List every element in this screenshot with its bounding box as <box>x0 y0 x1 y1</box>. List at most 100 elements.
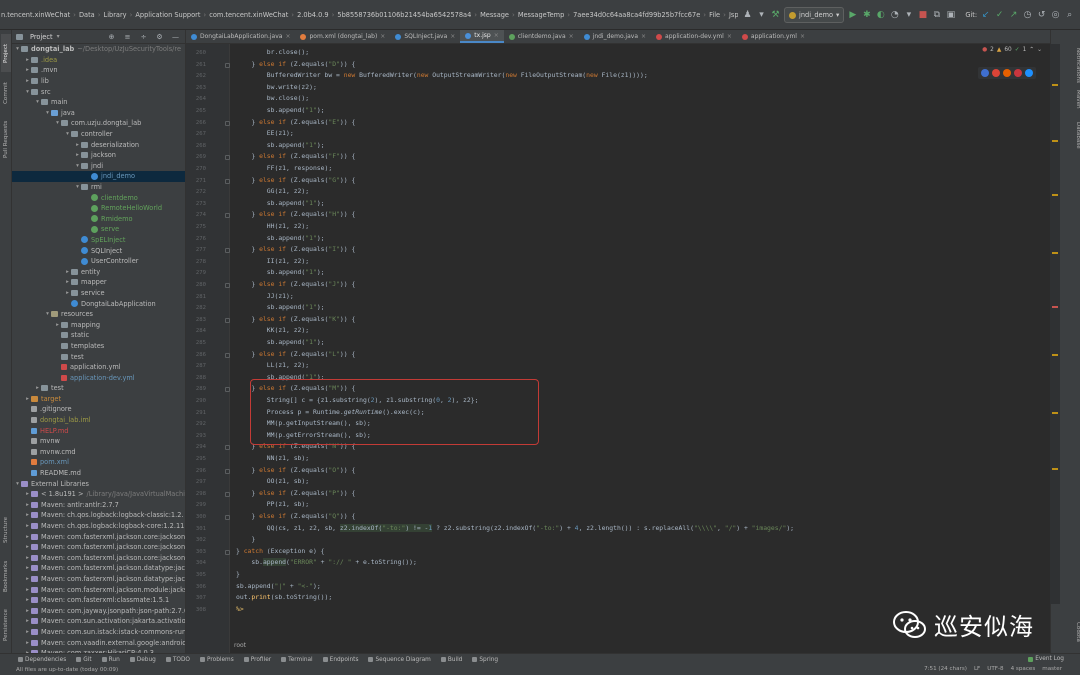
code-line[interactable]: sb.append("1"); <box>236 233 325 245</box>
code-line[interactable]: JJ(z1); <box>236 291 294 303</box>
code-line[interactable]: bw.write(z2); <box>236 82 317 94</box>
code-line[interactable]: } else if (Z.equals("J")) { <box>236 279 355 291</box>
code-line[interactable]: sb.append("1"); <box>236 105 325 117</box>
gear-icon[interactable]: ⚙ <box>154 32 165 43</box>
tree-item[interactable]: ▾ main <box>12 97 185 108</box>
breadcrumb-item[interactable]: 5b8558736b01106b21454ba6542578a4 <box>336 11 472 19</box>
editor-tab[interactable]: application.yml × <box>737 30 810 43</box>
tool-window-button[interactable]: Endpoints <box>322 657 358 663</box>
tree-item[interactable]: ▾ resources <box>12 309 185 320</box>
code-line[interactable]: bw.close(); <box>236 93 309 105</box>
code-line[interactable]: sb.append("1"); <box>236 140 325 152</box>
code-line[interactable]: II(z1, z2); <box>236 256 309 268</box>
tree-item[interactable]: ▸ jackson <box>12 150 185 161</box>
code-line[interactable]: } else if (Z.equals("I")) { <box>236 244 355 256</box>
code-line[interactable]: } else if (Z.equals("E")) { <box>236 117 355 129</box>
close-icon[interactable]: × <box>450 33 455 40</box>
chevron-right-icon[interactable]: ▸ <box>54 322 61 328</box>
profile-icon[interactable]: ◔ <box>889 10 900 21</box>
chevron-right-icon[interactable]: ▸ <box>74 142 81 148</box>
tool-window-button[interactable]: Git <box>76 657 92 663</box>
search-icon[interactable]: ⌕ <box>1064 10 1075 21</box>
close-icon[interactable]: × <box>727 33 732 40</box>
tree-item[interactable]: ▾ src <box>12 86 185 97</box>
chevron-down-icon[interactable]: ▾ <box>44 311 51 317</box>
inspect-icon[interactable]: ◎ <box>1050 10 1061 21</box>
chevron-down-icon[interactable]: ▾ <box>44 110 51 116</box>
tree-item[interactable]: ▸ Maven: com.fasterxml.jackson.core:jacks… <box>12 553 185 564</box>
tree-item[interactable]: ▾ controller <box>12 129 185 140</box>
editor-breadcrumb[interactable]: root <box>234 642 246 649</box>
intellij-browser-icon[interactable] <box>981 69 989 77</box>
build-hammer-icon[interactable]: ⚒ <box>770 10 781 21</box>
attach-icon[interactable]: ⧉ <box>931 10 942 21</box>
editor-tab[interactable]: tx.jsp × <box>460 30 504 43</box>
editor-tab[interactable]: jndi_demo.java × <box>579 30 651 43</box>
editor-tab[interactable]: DongtaiLabApplication.java × <box>186 30 295 43</box>
code-line[interactable]: sb.append("1"); <box>236 198 325 210</box>
git-branch[interactable]: master <box>1042 666 1062 672</box>
code-line[interactable]: sb.append("1"); <box>236 302 325 314</box>
git-commit-icon[interactable]: ✓ <box>994 10 1005 21</box>
breadcrumb-item[interactable]: 2.0b4.0.9 <box>296 11 329 19</box>
dropdown-arrow-icon[interactable]: ▾ <box>756 10 767 21</box>
close-icon[interactable]: × <box>641 33 646 40</box>
code-line[interactable]: EE(z1); <box>236 128 294 140</box>
chevron-right-icon[interactable]: ▸ <box>24 565 31 571</box>
warning-mark[interactable] <box>1052 140 1058 142</box>
tree-item[interactable]: ▸ Maven: antlr:antlr:2.7.7 <box>12 500 185 511</box>
fold-marker-icon[interactable] <box>225 155 230 161</box>
tree-item[interactable]: ▸ mapper <box>12 277 185 288</box>
code-line[interactable]: NN(z1, sb); <box>236 453 309 465</box>
breadcrumb-item[interactable]: Data <box>78 11 96 19</box>
tool-window-button[interactable]: Dependencies <box>18 657 66 663</box>
tree-item[interactable]: ▸ Maven: ch.qos.logback:logback-classic:1… <box>12 510 185 521</box>
tree-item[interactable]: RemoteHelloWorld <box>12 203 185 214</box>
editor-tab[interactable]: application-dev.yml × <box>651 30 737 43</box>
warning-mark[interactable] <box>1052 412 1058 414</box>
warning-mark[interactable] <box>1052 468 1058 470</box>
close-icon[interactable]: × <box>380 33 385 40</box>
tree-item[interactable]: ▾ External Libraries <box>12 478 185 489</box>
error-stripe[interactable] <box>1050 44 1060 604</box>
tree-item[interactable]: ▸ Maven: com.sun.activation:jakarta.activ… <box>12 616 185 627</box>
warning-mark[interactable] <box>1052 354 1058 356</box>
tree-item[interactable]: ▸ Maven: com.fasterxml.jackson.datatype:j… <box>12 574 185 585</box>
fold-marker-icon[interactable] <box>225 213 230 219</box>
fold-marker-icon[interactable] <box>225 549 230 555</box>
code-line[interactable]: GG(z1, z2); <box>236 186 309 198</box>
tree-item[interactable]: ▸ Maven: com.jayway.jsonpath:json-path:2.… <box>12 605 185 616</box>
indent-setting[interactable]: 4 spaces <box>1011 666 1036 672</box>
breadcrumb-item[interactable]: Message <box>479 11 510 19</box>
breadcrumb-item[interactable]: 7aee34d0c64aa8ca4fd99b25b7fcc67e <box>572 11 701 19</box>
warning-mark[interactable] <box>1052 84 1058 86</box>
tree-item[interactable]: UserController <box>12 256 185 267</box>
chevron-right-icon[interactable]: ▸ <box>24 67 31 73</box>
chevron-down-icon[interactable]: ▾ <box>64 131 71 137</box>
chevron-right-icon[interactable]: ▸ <box>64 279 71 285</box>
breadcrumb-item[interactable]: File <box>708 11 721 19</box>
coverage-icon[interactable]: ◐ <box>875 10 886 21</box>
chevron-right-icon[interactable]: ▸ <box>24 544 31 550</box>
tool-tab-structure[interactable]: Structure <box>1 510 11 550</box>
tree-item[interactable]: SQLInject <box>12 245 185 256</box>
tree-item[interactable]: application-dev.yml <box>12 372 185 383</box>
project-panel-title[interactable]: Project <box>30 33 53 41</box>
fold-marker-icon[interactable] <box>225 352 230 358</box>
tree-item[interactable]: ▸ < 1.8u191 >/Library/Java/JavaVirtualMac… <box>12 489 185 500</box>
code-line[interactable]: } else if (Z.equals("G")) { <box>236 175 355 187</box>
status-message[interactable]: All files are up-to-date (today 00:09) <box>16 667 118 673</box>
code-line[interactable]: out.print(sb.toString()); <box>236 592 332 604</box>
warning-mark[interactable] <box>1052 252 1058 254</box>
chevron-right-icon[interactable]: ▸ <box>24 640 31 646</box>
git-update-icon[interactable]: ↙ <box>980 10 991 21</box>
tool-tab-maven[interactable]: Maven <box>1071 90 1080 109</box>
git-push-icon[interactable]: ↗ <box>1008 10 1019 21</box>
code-line[interactable]: } else if (Z.equals("H")) { <box>236 209 355 221</box>
debug-icon[interactable]: ✱ <box>861 10 872 21</box>
tree-item[interactable]: jndi_demo <box>12 171 185 182</box>
close-icon[interactable]: × <box>285 33 290 40</box>
chevron-right-icon[interactable]: ▸ <box>24 608 31 614</box>
tree-item[interactable]: ▾ rmi <box>12 182 185 193</box>
tool-window-button[interactable]: Build <box>440 657 462 663</box>
